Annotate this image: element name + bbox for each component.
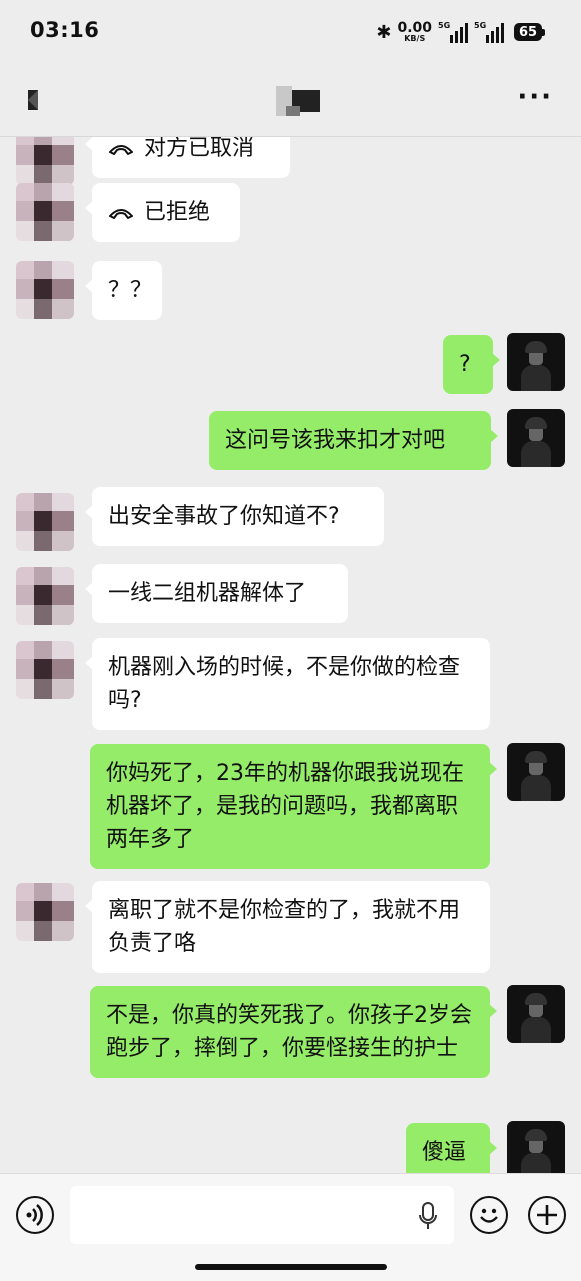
bluetooth-icon: ✱ — [376, 21, 392, 43]
message-bubble[interactable]: 一线二组机器解体了 — [85, 564, 348, 623]
call-message-bubble[interactable]: 对方已取消 — [85, 137, 290, 178]
chat-messages[interactable]: 对方已取消已拒绝 ？？? 这问号该我来扣才对吧出安全事故了你知道不? 一线二组机器解体… — [0, 137, 581, 1173]
battery-tip — [542, 28, 545, 36]
input-bar — [0, 1173, 581, 1281]
voice-icon[interactable] — [16, 1196, 54, 1234]
message-bubble[interactable]: 傻逼 — [406, 1123, 497, 1173]
message-text: 已拒绝 — [144, 200, 211, 225]
contact-avatar[interactable] — [16, 641, 74, 699]
message-text: 你妈死了，23年的机器你跟我说现在机器坏了，是我的问题吗，我都离职两年多了 — [106, 761, 464, 852]
contact-avatar[interactable] — [16, 137, 74, 185]
message-text: ？？ — [108, 278, 153, 303]
ellipsis-icon[interactable]: ··· — [517, 84, 553, 110]
my-avatar[interactable] — [507, 743, 565, 801]
signal-icon: 5G — [474, 21, 504, 43]
signal-icon: 5G — [438, 21, 468, 43]
network-speed-value: 0.00 — [397, 20, 432, 36]
message-bubble[interactable]: 出安全事故了你知道不? — [85, 487, 384, 546]
call-message-bubble[interactable]: 已拒绝 — [85, 183, 240, 242]
chat-header: ··· — [0, 64, 581, 137]
contact-avatar-title[interactable] — [276, 86, 320, 116]
message-text: 出安全事故了你知道不? — [108, 504, 340, 529]
message-bubble[interactable]: ？？ — [85, 261, 162, 320]
status-icons: ✱ 0.00 KB/S 5G 5G 65 — [376, 18, 545, 46]
signal-label: 5G — [474, 21, 487, 30]
message-text: 傻逼 — [422, 1140, 467, 1165]
status-bar: 03:16 ✱ 0.00 KB/S 5G 5G 65 — [0, 0, 581, 64]
phone-hangup-icon — [109, 145, 133, 155]
message-text: 不是，你真的笑死我了。你孩子2岁会跑步了，摔倒了，你要怪接生的护士 — [106, 1003, 472, 1061]
message-bubble[interactable]: ? — [443, 335, 500, 394]
message-bubble[interactable]: 离职了就不是你检查的了，我就不用负责了咯 — [85, 881, 490, 973]
my-avatar[interactable] — [507, 333, 565, 391]
message-text: 离职了就不是你检查的了，我就不用负责了咯 — [108, 898, 461, 956]
emoji-icon[interactable] — [470, 1196, 508, 1234]
message-text: 一线二组机器解体了 — [108, 581, 307, 606]
plus-icon[interactable] — [528, 1196, 566, 1234]
contact-avatar[interactable] — [16, 883, 74, 941]
battery-icon: 65 — [514, 23, 542, 41]
network-speed: 0.00 KB/S — [397, 21, 432, 43]
contact-avatar[interactable] — [16, 183, 74, 241]
contact-avatar[interactable] — [16, 493, 74, 551]
my-avatar[interactable] — [507, 409, 565, 467]
message-text: 机器刚入场的时候，不是你做的检查吗? — [108, 655, 461, 713]
back-arrow-icon[interactable] — [22, 86, 50, 114]
my-avatar[interactable] — [507, 985, 565, 1043]
microphone-icon[interactable] — [418, 1202, 438, 1230]
message-bubble[interactable]: 不是，你真的笑死我了。你孩子2岁会跑步了，摔倒了，你要怪接生的护士 — [90, 986, 497, 1078]
network-speed-unit: KB/S — [404, 34, 426, 43]
message-bubble[interactable]: 机器刚入场的时候，不是你做的检查吗? — [85, 638, 490, 730]
my-avatar[interactable] — [507, 1121, 565, 1173]
phone-hangup-icon — [109, 209, 133, 219]
message-bubble[interactable]: 这问号该我来扣才对吧 — [209, 411, 498, 470]
status-time: 03:16 — [30, 18, 100, 42]
message-text: 对方已取消 — [144, 137, 255, 161]
message-input[interactable] — [70, 1186, 454, 1244]
home-indicator — [195, 1264, 387, 1270]
contact-avatar[interactable] — [16, 567, 74, 625]
message-bubble[interactable]: 你妈死了，23年的机器你跟我说现在机器坏了，是我的问题吗，我都离职两年多了 — [90, 744, 497, 869]
message-text: ? — [459, 352, 471, 377]
signal-label: 5G — [438, 21, 451, 30]
message-text: 这问号该我来扣才对吧 — [225, 428, 446, 453]
contact-avatar[interactable] — [16, 261, 74, 319]
